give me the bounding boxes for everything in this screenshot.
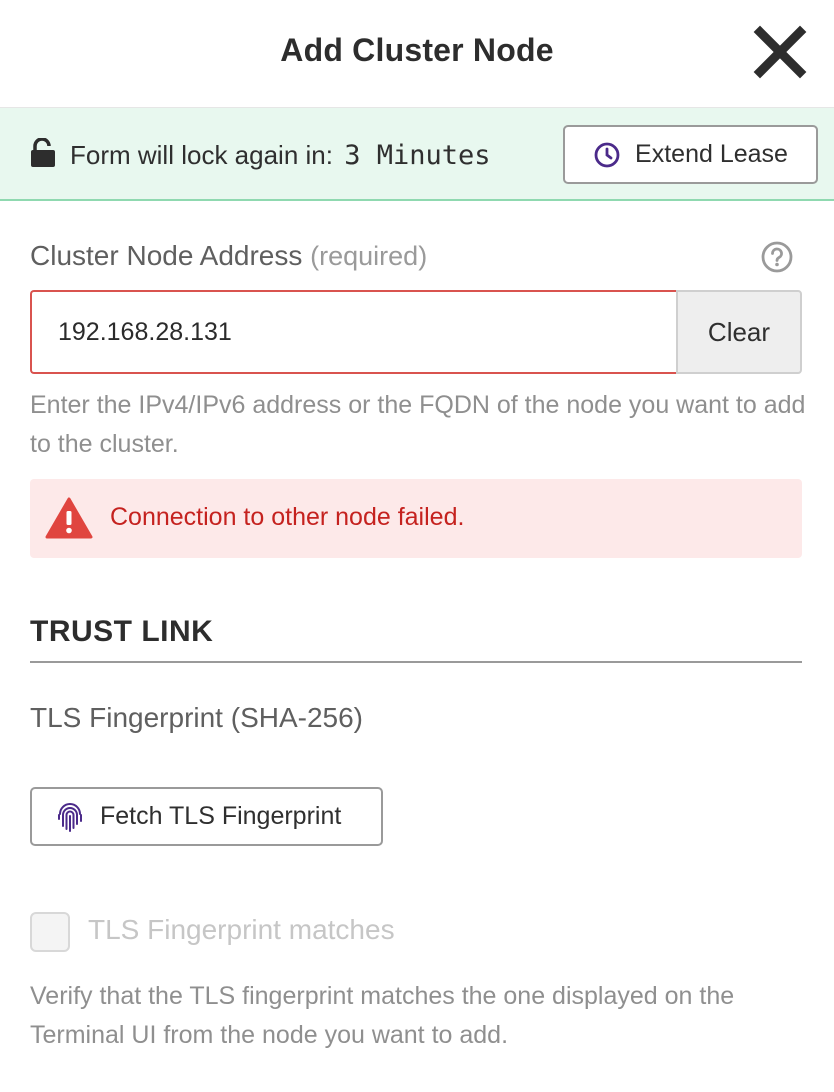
fingerprint-icon <box>58 802 82 832</box>
section-divider <box>30 661 802 663</box>
clock-icon <box>594 142 620 167</box>
close-icon <box>753 25 807 79</box>
clear-button[interactable]: Clear <box>676 290 802 374</box>
trust-link-heading: TRUST LINK <box>30 615 214 648</box>
address-label-text: Cluster Node Address <box>30 240 303 271</box>
warning-triangle-icon <box>45 497 93 539</box>
question-circle-icon[interactable] <box>760 240 794 274</box>
address-hint: Enter the IPv4/IPv6 address or the FQDN … <box>30 391 806 458</box>
lease-label: Form will lock again in: <box>70 140 333 170</box>
address-label: Cluster Node Address (required) <box>30 240 427 272</box>
dialog-title: Add Cluster Node <box>280 32 554 68</box>
tls-fingerprint-matches-label: TLS Fingerprint matches <box>88 914 395 945</box>
dialog-header: Add Cluster Node <box>0 0 834 108</box>
cluster-node-address-input[interactable] <box>30 290 676 374</box>
lease-time: 3 Minutes <box>344 140 491 171</box>
required-indicator: (required) <box>310 241 428 271</box>
add-cluster-node-dialog: Add Cluster Node Form will lock again in… <box>0 0 834 1092</box>
verify-hint: Verify that the TLS fingerprint matches … <box>30 982 735 1049</box>
extend-lease-button[interactable]: Extend Lease <box>563 125 818 184</box>
extend-lease-label: Extend Lease <box>635 140 788 168</box>
fetch-tls-fingerprint-label: Fetch TLS Fingerprint <box>100 802 342 830</box>
lease-countdown: Form will lock again in: 3 Minutes <box>70 140 491 171</box>
unlock-icon <box>31 138 55 167</box>
tls-fingerprint-matches-checkbox[interactable] <box>30 912 70 952</box>
close-button[interactable] <box>752 24 808 80</box>
error-message: Connection to other node failed. <box>110 503 465 531</box>
fetch-tls-fingerprint-button[interactable]: Fetch TLS Fingerprint <box>30 787 383 846</box>
tls-fingerprint-label: TLS Fingerprint (SHA-256) <box>30 702 364 733</box>
